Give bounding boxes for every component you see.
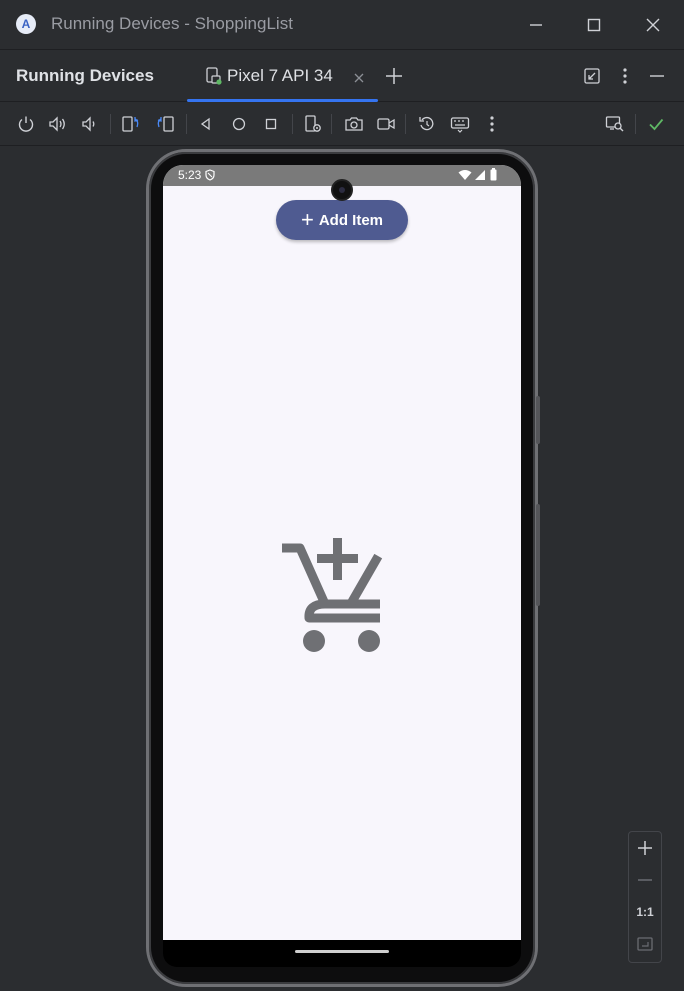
power-icon [18, 116, 34, 132]
toolbar-separator [110, 114, 111, 134]
add-shopping-cart-icon [280, 532, 400, 657]
fit-screen-icon [637, 937, 653, 951]
power-button[interactable] [13, 111, 39, 137]
screenshot-button[interactable] [341, 111, 367, 137]
maximize-window-button[interactable] [579, 10, 609, 40]
maximize-icon [587, 18, 601, 32]
window-title: Running Devices - ShoppingList [51, 14, 293, 33]
phone-volume-rocker [536, 504, 540, 606]
android-navigation-bar [163, 940, 521, 967]
volume-down-icon [82, 116, 95, 132]
actual-size-button[interactable]: 1:1 [629, 896, 661, 928]
toolbar-separator [331, 114, 332, 134]
hide-panel-button[interactable] [644, 63, 670, 89]
device-viewport: 5:23 + Add Item 1:1 [0, 146, 684, 991]
wifi-icon [458, 170, 472, 180]
device-settings-button[interactable] [300, 111, 326, 137]
device-status-button[interactable] [643, 111, 669, 137]
cellular-signal-icon [475, 170, 485, 180]
device-tab-icon [205, 67, 223, 90]
screen-record-button[interactable] [373, 111, 399, 137]
rotate-right-icon [157, 116, 174, 132]
volume-up-button[interactable] [45, 111, 71, 137]
add-device-tab-button[interactable] [381, 63, 407, 89]
toolbar-separator [292, 114, 293, 134]
checkmark-icon [649, 118, 664, 131]
android-studio-logo-icon: A [16, 14, 36, 34]
rotate-left-button[interactable] [118, 111, 144, 137]
toolbar-separator [186, 114, 187, 134]
toolbar-separator [635, 114, 636, 134]
close-icon [646, 18, 660, 32]
toolbar-separator [405, 114, 406, 134]
zoom-in-button[interactable] [629, 832, 661, 864]
keyboard-button[interactable] [447, 111, 473, 137]
overview-icon [265, 118, 277, 130]
zoom-out-icon [638, 879, 652, 881]
layout-inspector-button[interactable] [602, 111, 628, 137]
more-vertical-icon [623, 68, 627, 84]
keyboard-icon [450, 117, 470, 133]
minimize-window-button[interactable] [521, 10, 551, 40]
plus-icon [386, 68, 402, 84]
home-button[interactable] [226, 111, 252, 137]
home-icon [232, 117, 246, 131]
layout-inspector-icon [605, 116, 624, 132]
more-actions-button[interactable] [479, 111, 505, 137]
status-time: 5:23 [178, 168, 202, 182]
device-screen[interactable]: 5:23 + Add Item [163, 165, 521, 940]
tab-pixel-7-api-34[interactable]: Pixel 7 API 34 [187, 50, 378, 102]
collapse-panel-icon [584, 68, 600, 84]
battery-icon [490, 168, 497, 181]
screenshot-icon [345, 117, 363, 131]
rotate-left-icon [122, 116, 139, 132]
back-button[interactable] [193, 111, 219, 137]
zoom-controls: 1:1 [628, 831, 662, 963]
shield-icon [205, 169, 215, 181]
rotate-right-button[interactable] [152, 111, 178, 137]
device-settings-icon [305, 115, 321, 132]
add-item-label: Add Item [318, 211, 384, 229]
reset-icon [419, 116, 434, 131]
volume-down-button[interactable] [77, 111, 103, 137]
title-bar: A Running Devices - ShoppingList [0, 0, 684, 50]
device-toolbar [0, 102, 684, 146]
gesture-handle[interactable] [295, 950, 389, 953]
more-icon [490, 116, 494, 132]
plus-icon: + [300, 207, 314, 232]
panel-options-button[interactable] [612, 63, 638, 89]
screen-record-icon [377, 118, 395, 130]
close-window-button[interactable] [638, 10, 668, 40]
minimize-icon [530, 24, 542, 26]
restore-panel-button[interactable] [579, 63, 605, 89]
zoom-in-icon [638, 841, 652, 855]
running-devices-header: Running Devices Pixel 7 API 34 [0, 50, 684, 102]
add-item-button[interactable]: + Add Item [276, 200, 408, 240]
zoom-out-button[interactable] [629, 864, 661, 896]
overview-button[interactable] [258, 111, 284, 137]
fit-screen-button[interactable] [629, 928, 661, 960]
minimize-panel-icon [650, 75, 664, 77]
reset-button[interactable] [414, 111, 440, 137]
back-icon [200, 117, 210, 131]
phone-side-button [536, 396, 540, 444]
panel-title: Running Devices [16, 66, 154, 85]
device-tab-label: Pixel 7 API 34 [227, 66, 333, 85]
volume-up-icon [49, 116, 65, 132]
front-camera [331, 179, 353, 201]
close-tab-icon[interactable] [354, 70, 364, 88]
